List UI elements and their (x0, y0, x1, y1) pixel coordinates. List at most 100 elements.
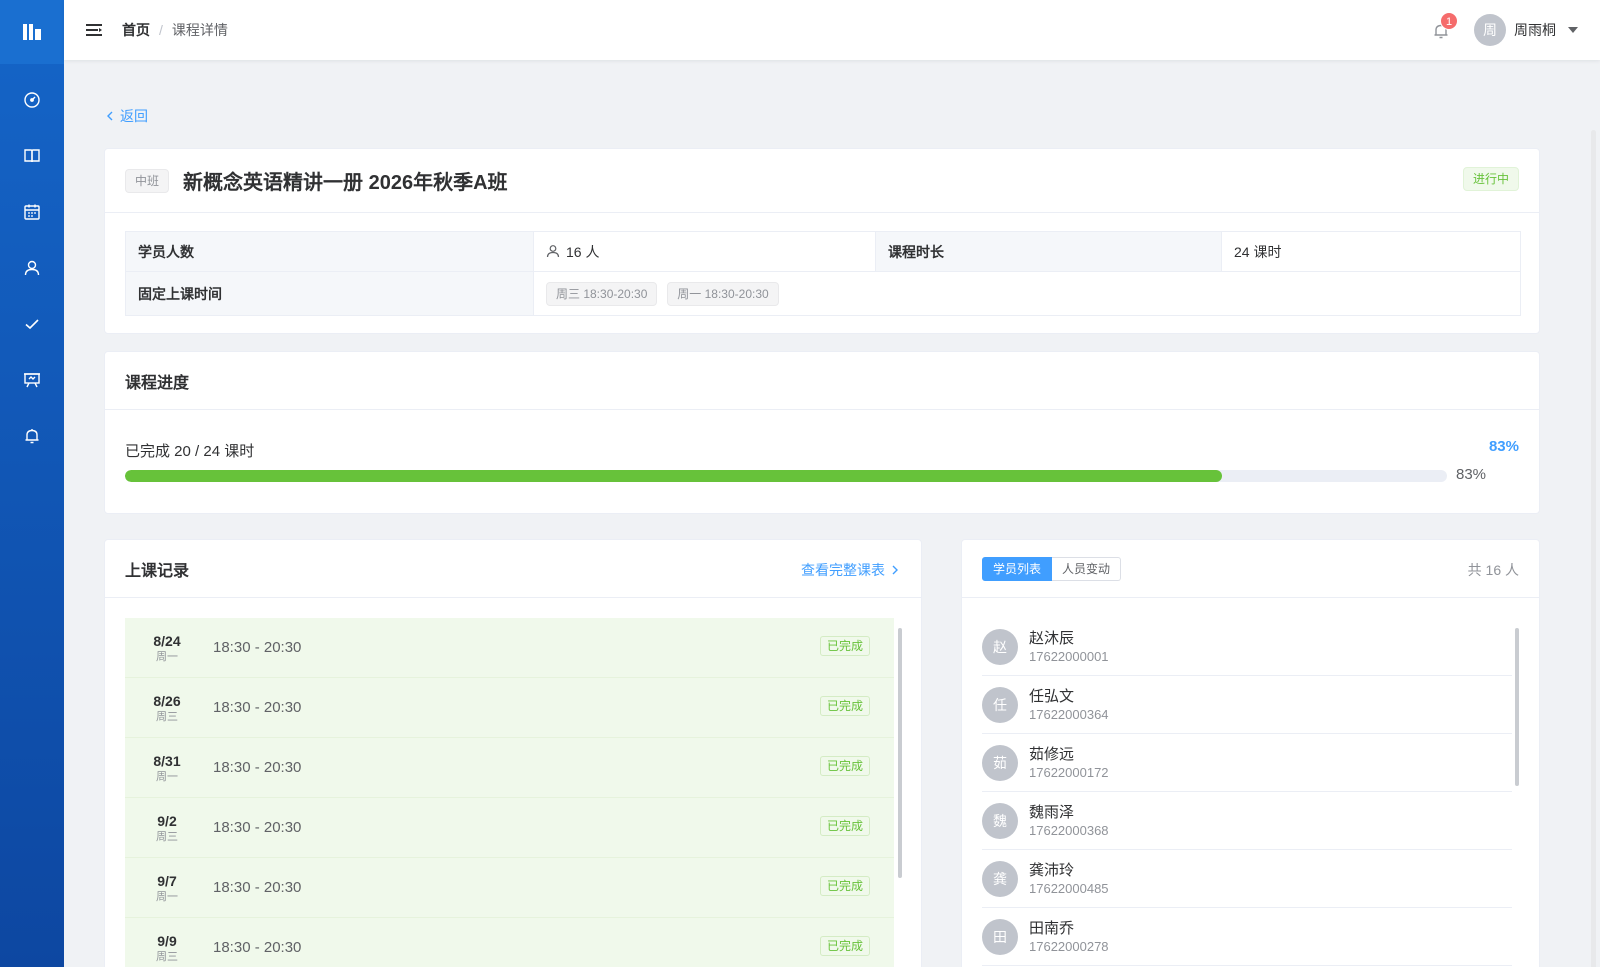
student-name: 赵沐辰 (1029, 629, 1075, 647)
student-phone: 17622000278 (1029, 938, 1109, 954)
record-time: 18:30 - 20:30 (213, 699, 302, 716)
students-count-value: 16 人 (533, 231, 876, 272)
record-date: 9/2 (157, 812, 177, 829)
record-date: 8/24 (153, 632, 181, 649)
view-full-schedule-label: 查看完整课表 (801, 562, 885, 578)
students-tabs: 学员列表 人员变动 (982, 556, 1122, 581)
records-scrollbar[interactable] (898, 628, 902, 878)
nav-courses[interactable] (0, 128, 64, 184)
progress-completed-label: 已完成 20 / 24 课时 (125, 443, 255, 460)
record-date: 9/9 (157, 932, 177, 949)
students-count-text: 16 人 (566, 243, 600, 260)
progress-title: 课程进度 (125, 374, 190, 392)
student-avatar: 赵 (982, 628, 1018, 665)
record-row[interactable]: 8/26 周三 18:30 - 20:30 已完成 (125, 678, 894, 738)
user-icon (546, 244, 560, 257)
record-time: 18:30 - 20:30 (213, 879, 302, 896)
breadcrumb-home[interactable]: 首页 (122, 20, 150, 40)
student-avatar: 田 (982, 918, 1018, 955)
student-avatar: 任 (982, 686, 1018, 723)
back-link[interactable]: 返回 (106, 106, 148, 126)
student-row[interactable]: 田田南乔 17622000278 (982, 908, 1512, 966)
nav-dashboard[interactable] (0, 72, 64, 128)
student-name: 魏雨泽 (1029, 803, 1075, 821)
record-row[interactable]: 9/7 周一 18:30 - 20:30 已完成 (125, 858, 894, 918)
students-count-label: 学员人数 (125, 231, 534, 272)
record-date-block: 8/31 周一 (125, 752, 209, 784)
record-status-badge: 已完成 (819, 936, 870, 956)
nav-classroom[interactable] (0, 352, 64, 408)
app-logo[interactable] (0, 0, 64, 64)
student-phone: 17622000485 (1029, 880, 1109, 896)
progress-percent: 83% (1488, 438, 1519, 455)
student-avatar: 茹 (982, 744, 1018, 781)
record-status-badge: 已完成 (819, 696, 870, 716)
user-name[interactable]: 周雨桐 (1514, 20, 1556, 40)
schedule-time-tag: 周一 18:30-20:30 (667, 281, 779, 306)
course-info-header: 中班 新概念英语精讲一册 2026年秋季A班 进行中 (105, 149, 1539, 213)
record-weekday: 周三 (156, 950, 178, 963)
student-row[interactable]: 茹茹修远 17622000172 (982, 734, 1512, 792)
notification-button[interactable]: 1 (1432, 12, 1458, 40)
record-row[interactable]: 9/9 周三 18:30 - 20:30 已完成 (125, 918, 894, 967)
student-row[interactable]: 任任弘文 17622000364 (982, 676, 1512, 734)
course-title: 新概念英语精讲一册 2026年秋季A班 (183, 172, 508, 194)
students-scrollbar[interactable] (1515, 628, 1519, 786)
record-row[interactable]: 8/24 周一 18:30 - 20:30 已完成 (125, 618, 894, 678)
student-phone: 17622000172 (1029, 764, 1109, 780)
record-weekday: 周三 (156, 710, 178, 723)
schedule-time-tag: 周三 18:30-20:30 (546, 281, 658, 306)
breadcrumb: 首页 / 课程详情 (122, 20, 228, 40)
progress-card: 课程进度 已完成 20 / 24 课时 83% 83% (104, 351, 1540, 514)
student-name: 茹修远 (1029, 745, 1075, 763)
progress-bar-text: 83% (1456, 466, 1487, 483)
duration-value: 24 课时 (1221, 231, 1521, 272)
schedule-label: 固定上课时间 (125, 271, 534, 316)
record-weekday: 周一 (156, 890, 178, 903)
student-row[interactable]: 魏魏雨泽 17622000368 (982, 792, 1512, 850)
record-row[interactable]: 9/2 周三 18:30 - 20:30 已完成 (125, 798, 894, 858)
record-status-badge: 已完成 (819, 876, 870, 896)
progress-bar-fill (125, 470, 1223, 482)
back-label: 返回 (120, 108, 148, 124)
students-header: 学员列表 人员变动 共 16 人 (962, 540, 1539, 598)
record-weekday: 周一 (156, 770, 178, 783)
student-row[interactable]: 龚龚沛玲 17622000485 (982, 850, 1512, 908)
class-records-card: 上课记录 查看完整课表 8/24 周一 18:30 - 20:30 已完成 8/26 周三… (104, 539, 922, 967)
chevron-right-icon (892, 565, 898, 575)
menu-toggle-icon[interactable] (86, 23, 102, 37)
nav-schedule[interactable] (0, 184, 64, 240)
level-tag: 中班 (125, 168, 170, 193)
nav-notifications[interactable] (0, 408, 64, 464)
record-status-badge: 已完成 (819, 636, 870, 656)
header-right: 1 周 周雨桐 (1432, 0, 1600, 60)
student-name: 任弘文 (1029, 687, 1075, 705)
record-status-badge: 已完成 (819, 756, 870, 776)
nav-students[interactable] (0, 240, 64, 296)
check-icon (25, 319, 39, 330)
book-icon (24, 149, 40, 163)
student-info: 茹修远 17622000172 (1029, 745, 1109, 781)
student-info: 任弘文 17622000364 (1029, 687, 1109, 723)
user-menu-caret-icon[interactable] (1568, 27, 1578, 33)
record-date-block: 9/2 周三 (125, 812, 209, 844)
student-row[interactable]: 赵赵沐辰 17622000001 (982, 618, 1512, 676)
page-scrollbar[interactable] (1591, 130, 1596, 967)
user-avatar[interactable]: 周 (1474, 14, 1506, 46)
progress-header: 课程进度 (105, 352, 1539, 410)
nav-attendance[interactable] (0, 296, 64, 352)
view-full-schedule-link[interactable]: 查看完整课表 (801, 560, 899, 580)
students-total: 共 16 人 (1467, 562, 1519, 578)
schedule-times: 周三 18:30-20:30 周一 18:30-20:30 (533, 271, 1521, 316)
student-phone: 17622000001 (1029, 648, 1109, 664)
record-status-badge: 已完成 (819, 816, 870, 836)
students-list: 赵赵沐辰 17622000001 任任弘文 17622000364 茹茹修远 176220… (982, 618, 1512, 967)
student-avatar: 魏 (982, 802, 1018, 839)
record-row[interactable]: 8/31 周一 18:30 - 20:30 已完成 (125, 738, 894, 798)
tab-member-changes[interactable]: 人员变动 (1052, 556, 1122, 581)
record-time: 18:30 - 20:30 (213, 639, 302, 656)
tab-student-list[interactable]: 学员列表 (982, 556, 1053, 581)
breadcrumb-current: 课程详情 (171, 22, 228, 38)
students-card: 学员列表 人员变动 共 16 人 赵赵沐辰 17622000001 任任弘文 1762… (961, 539, 1540, 967)
record-date: 9/7 (157, 872, 177, 889)
